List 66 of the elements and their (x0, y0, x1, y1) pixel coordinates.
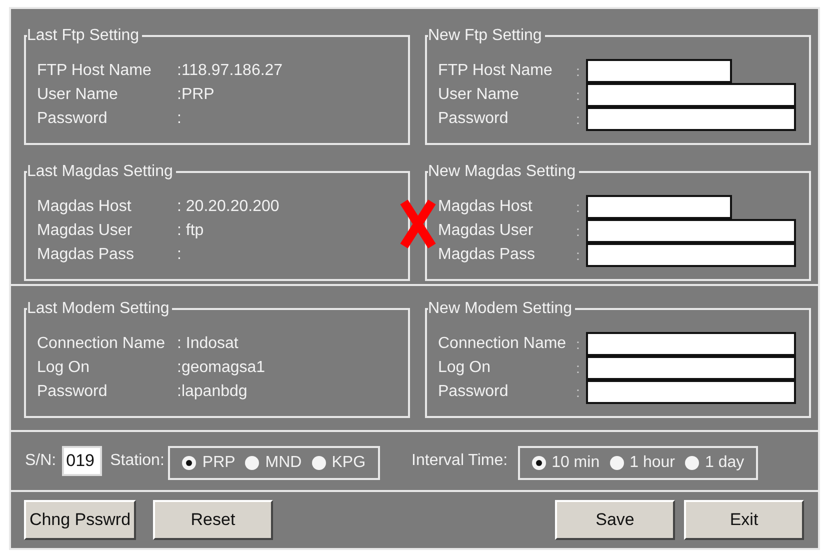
separator: : (576, 111, 581, 127)
field-label: Magdas Pass (37, 246, 135, 264)
radio-option[interactable]: 1 hour (610, 454, 675, 472)
serial-number-field[interactable]: 019 (62, 446, 102, 476)
action-button[interactable]: Exit (684, 500, 804, 540)
action-button[interactable]: Reset (153, 500, 273, 540)
separator: : (576, 384, 581, 400)
separator: : (576, 336, 581, 352)
group-title: Last Modem Setting (27, 299, 172, 319)
field-label: Magdas Host (37, 198, 132, 216)
input-field[interactable] (586, 83, 796, 107)
field-value: :lapanbdg (177, 383, 248, 401)
group-title: Last Ftp Setting (27, 26, 142, 46)
separator: : (576, 63, 581, 79)
radio-option[interactable]: KPG (312, 454, 366, 472)
field-label: Magdas User (438, 222, 534, 240)
input-field[interactable] (586, 59, 732, 83)
group-title: New Magdas Setting (428, 162, 579, 182)
input-field[interactable] (586, 218, 796, 242)
radio-option[interactable]: PRP (182, 454, 236, 472)
field-label: Magdas User (37, 222, 134, 240)
radio-option[interactable]: MND (245, 454, 302, 472)
field-label: Magdas Pass (438, 246, 536, 264)
field-value: : ftp (177, 222, 204, 240)
field-label: Log On (438, 359, 492, 377)
field-value: :geomagsa1 (177, 359, 266, 377)
field-label: Password (37, 383, 108, 401)
field-label: Password (37, 110, 108, 128)
input-field[interactable] (586, 242, 796, 266)
action-button[interactable]: Save (555, 500, 675, 540)
field-label: FTP Host Name (438, 62, 554, 80)
input-field[interactable] (586, 380, 796, 404)
separator: : (576, 360, 581, 376)
input-field[interactable] (586, 107, 796, 131)
field-label: User Name (438, 86, 520, 104)
input-field[interactable] (586, 194, 732, 218)
field-value: : 20.20.20.200 (177, 198, 280, 216)
field-label: Connection Name (37, 335, 166, 353)
group-title: New Ftp Setting (428, 26, 545, 46)
field-label: FTP Host Name (37, 62, 152, 80)
separator: : (576, 246, 581, 262)
field-value: :118.97.186.27 (177, 62, 283, 80)
action-button[interactable]: Chng Psswrd (24, 500, 136, 540)
radio-option[interactable]: 1 day (684, 454, 744, 472)
radio-option[interactable]: 10 min (532, 454, 600, 472)
group-title: New Modem Setting (428, 299, 576, 319)
field-label: Magdas Host (438, 198, 534, 216)
field-label: Log On (37, 359, 90, 377)
field-value: :PRP (177, 86, 214, 104)
field-label: Password (438, 110, 510, 128)
separator: : (576, 222, 581, 238)
field-label: User Name (37, 86, 119, 104)
group-title: Last Magdas Setting (27, 162, 176, 182)
separator: : (576, 87, 581, 103)
field-value: : (177, 110, 182, 128)
station-label: Station: (110, 452, 164, 470)
cross-mark-icon (400, 199, 436, 249)
field-label: Connection Name (438, 335, 568, 353)
interval-label: Interval Time: (412, 452, 508, 470)
separator: : (576, 198, 581, 214)
sn-label: S/N: (25, 452, 56, 470)
field-value: : Indosat (177, 335, 238, 353)
input-field[interactable] (586, 332, 796, 356)
field-label: Password (438, 383, 510, 401)
field-value: : (177, 246, 182, 264)
input-field[interactable] (586, 356, 796, 380)
